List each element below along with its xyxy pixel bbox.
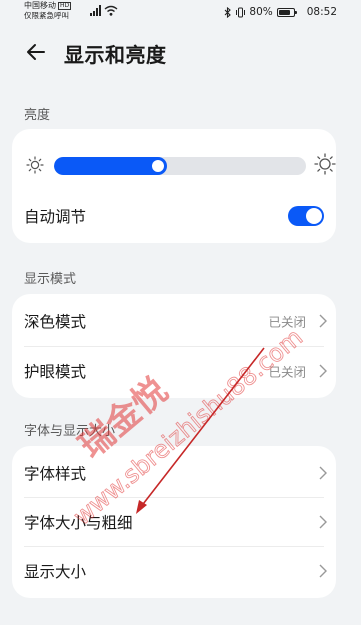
- eye-comfort-label: 护眼模式: [24, 363, 87, 381]
- brightness-high-icon: [314, 153, 336, 175]
- display-mode-card: 深色模式 已关闭 护眼模式 已关闭: [12, 294, 336, 398]
- chevron-right-icon: [319, 314, 327, 328]
- signal-icon: [90, 5, 101, 16]
- wifi-icon: [104, 5, 118, 16]
- font-size-weight-label: 字体大小与粗细: [24, 514, 133, 532]
- battery-percent: 80%: [249, 6, 273, 18]
- brightness-slider[interactable]: [54, 157, 306, 175]
- display-size-row[interactable]: 显示大小: [12, 546, 336, 596]
- eye-comfort-value: 已关闭: [268, 364, 306, 380]
- carrier-name: 中国移动: [24, 1, 56, 10]
- dark-mode-label: 深色模式: [24, 313, 87, 331]
- font-style-label: 字体样式: [24, 465, 87, 483]
- chevron-right-icon: [319, 564, 327, 578]
- brightness-slider-thumb[interactable]: [152, 160, 164, 172]
- bluetooth-icon: [225, 6, 232, 18]
- auto-brightness-toggle[interactable]: [288, 206, 324, 226]
- status-bar: 中国移动 HD 仅限紧急呼叫 80% 08:52: [0, 0, 361, 26]
- font-style-row[interactable]: 字体样式: [12, 448, 336, 498]
- font-display-card: 字体样式 字体大小与粗细 显示大小: [12, 446, 336, 598]
- font-size-weight-row[interactable]: 字体大小与粗细: [12, 497, 336, 547]
- back-arrow-icon[interactable]: [24, 40, 48, 64]
- section-label-font-display: 字体与显示大小: [24, 424, 116, 439]
- carrier-info: 中国移动 HD 仅限紧急呼叫: [24, 1, 72, 21]
- auto-brightness-row[interactable]: 自动调节: [12, 191, 336, 241]
- chevron-right-icon: [319, 364, 327, 378]
- section-label-brightness: 亮度: [24, 108, 51, 123]
- page-title: 显示和亮度: [64, 43, 167, 67]
- battery-icon: [276, 7, 297, 17]
- vibrate-icon: [236, 7, 246, 17]
- brightness-low-icon: [26, 156, 44, 174]
- chevron-right-icon: [319, 515, 327, 529]
- section-label-display-mode: 显示模式: [24, 272, 77, 287]
- display-size-label: 显示大小: [24, 563, 87, 581]
- dark-mode-value: 已关闭: [268, 314, 306, 330]
- emergency-label: 仅限紧急呼叫: [24, 11, 69, 20]
- auto-brightness-label: 自动调节: [24, 208, 87, 226]
- eye-comfort-row[interactable]: 护眼模式 已关闭: [12, 346, 336, 396]
- title-bar: 显示和亮度: [0, 30, 361, 76]
- brightness-card: 自动调节: [12, 129, 336, 243]
- dark-mode-row[interactable]: 深色模式 已关闭: [12, 296, 336, 346]
- hd-badge: HD: [58, 2, 72, 10]
- brightness-slider-fill: [54, 157, 167, 175]
- clock: 08:52: [306, 6, 337, 18]
- chevron-right-icon: [319, 466, 327, 480]
- status-right: 80% 08:52: [224, 6, 337, 18]
